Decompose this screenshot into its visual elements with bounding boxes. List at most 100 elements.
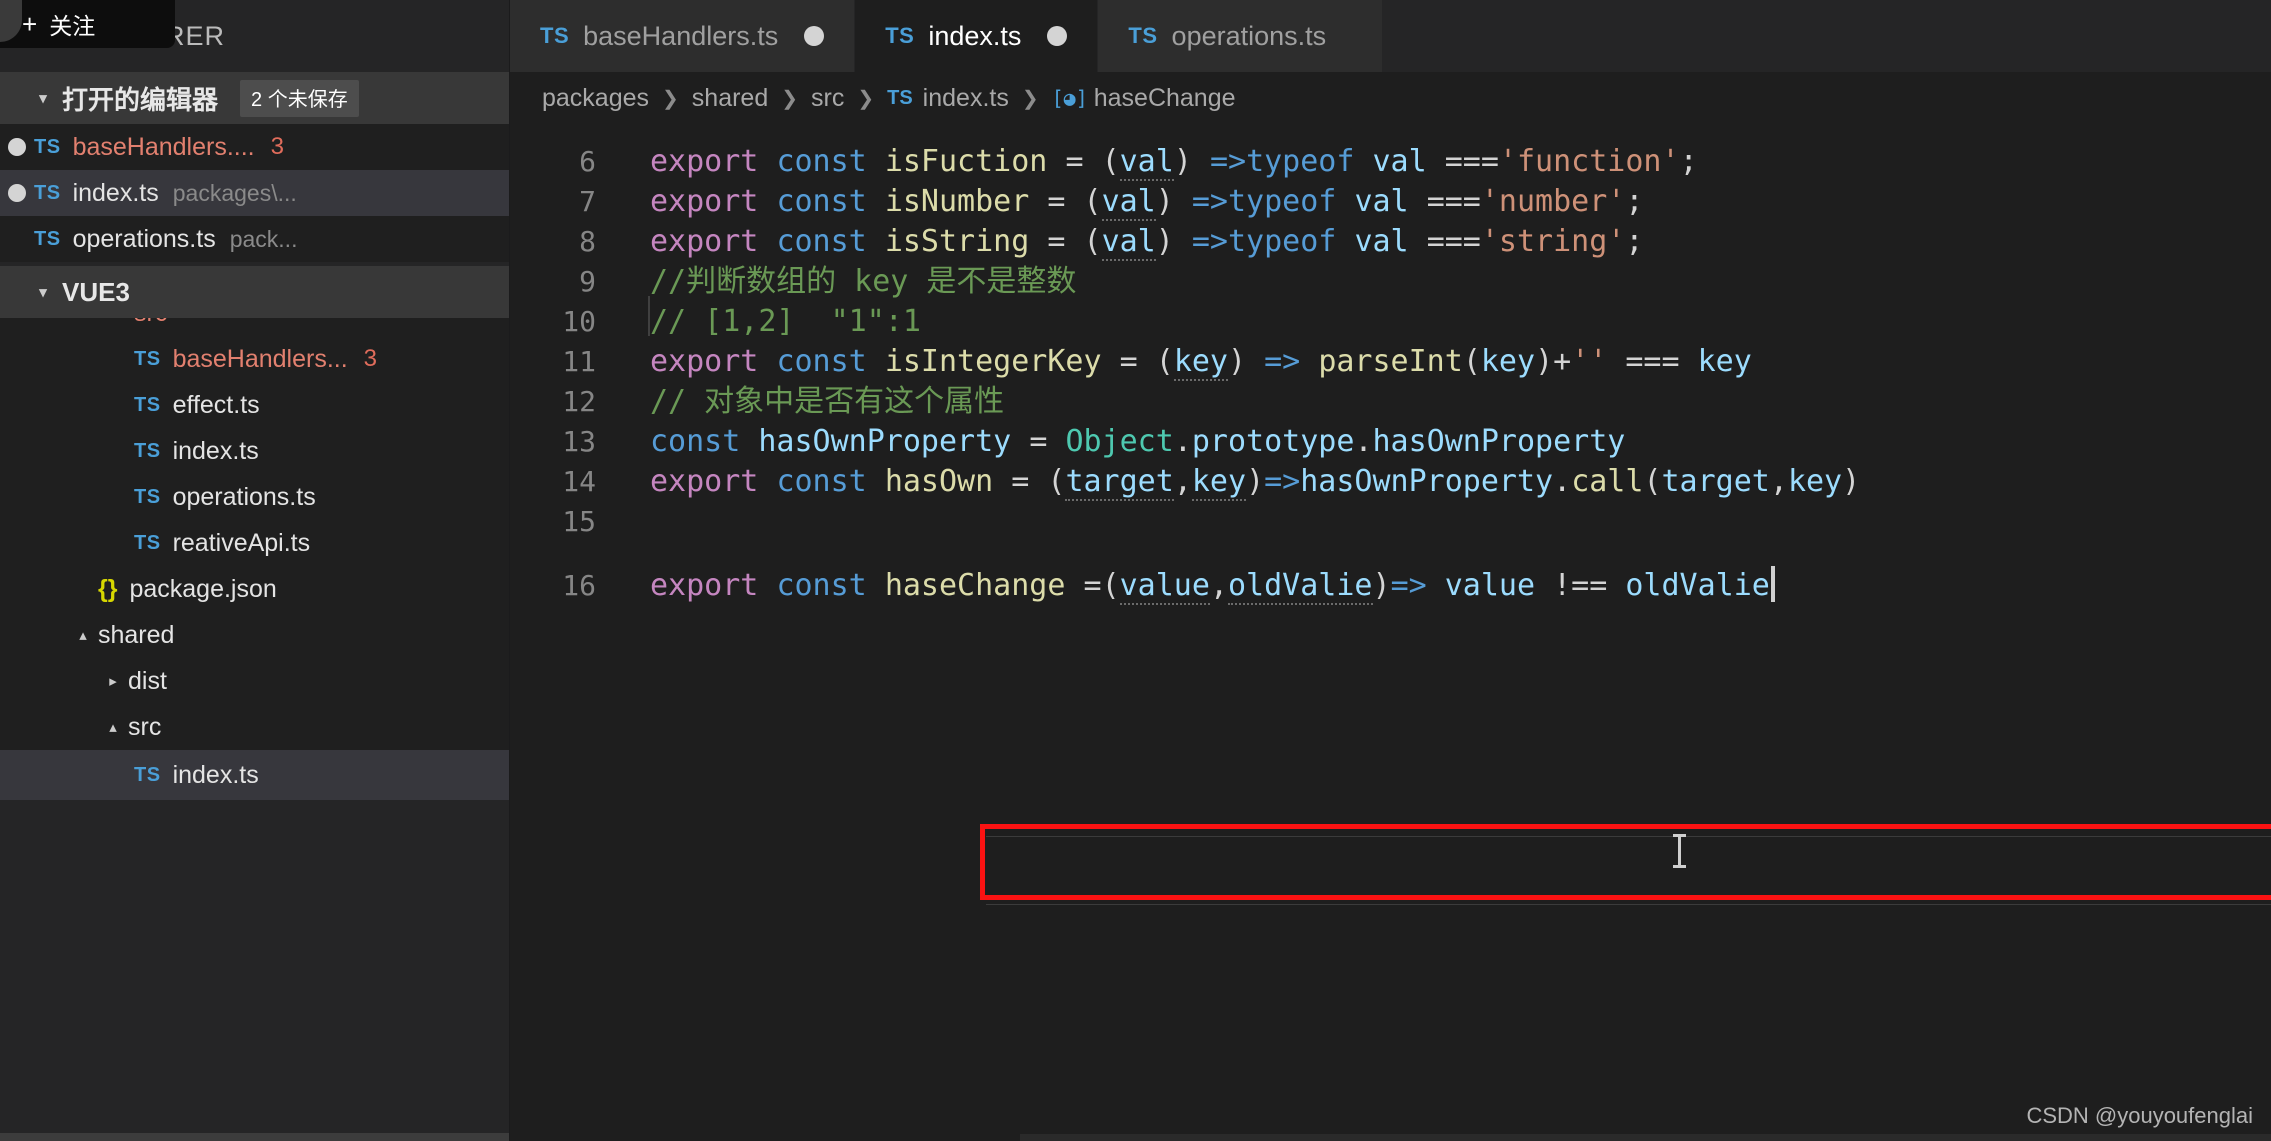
line-number: 9 — [579, 265, 596, 298]
ts-file-icon: TS — [134, 347, 161, 370]
tab-label: baseHandlers.ts — [583, 20, 779, 51]
open-editor-name: baseHandlers.... — [72, 132, 255, 161]
tab-label: index.ts — [928, 20, 1022, 51]
unsaved-count-badge: 2 个未保存 — [240, 79, 359, 117]
code-text[interactable]: // [1,2] "1":1 — [630, 296, 2271, 342]
follow-button[interactable]: + 关注 — [0, 0, 175, 48]
code-text[interactable]: export const hasOwn = (target,key)=>hasO… — [630, 462, 2271, 502]
tree-item-label: reativeApi.ts — [172, 528, 311, 557]
line-number: 16 — [562, 569, 596, 602]
dirty-dot-icon — [0, 138, 34, 156]
json-file-icon: {} — [98, 574, 118, 603]
code-text[interactable]: export const isString = (val) =>typeof v… — [630, 222, 2271, 262]
tree-item-baseHandlers[interactable]: TS baseHandlers... 3 — [0, 336, 509, 382]
breadcrumb-item-symbol[interactable]: haseChange — [1094, 84, 1236, 113]
ts-file-icon: TS — [885, 23, 915, 48]
editor-area: TS baseHandlers.ts TS index.ts TS operat… — [510, 0, 2271, 1141]
ts-file-icon: TS — [134, 531, 161, 554]
tree-item-label: shared — [98, 620, 175, 649]
tab-bar: TS baseHandlers.ts TS index.ts TS operat… — [510, 0, 2271, 72]
open-editors-section-header[interactable]: ▾ 打开的编辑器 2 个未保存 — [0, 72, 509, 124]
tree-item-label: index.ts — [172, 760, 259, 789]
text-caret — [1770, 566, 1775, 602]
tree-item-index-reactivity[interactable]: TS index.ts — [0, 428, 509, 474]
focused-line-bottom-border — [986, 904, 2271, 905]
plus-icon: + — [22, 8, 38, 39]
sidebar-scrollbar[interactable] — [0, 1133, 509, 1141]
code-text[interactable]: export const isIntegerKey = (key) => par… — [630, 342, 2271, 382]
tree-item-shared[interactable]: ▴ shared — [0, 612, 509, 658]
vscode-window: EXPLORER ▾ 打开的编辑器 2 个未保存 TS baseHandlers… — [0, 0, 2271, 1141]
focused-line-top-border — [986, 836, 2271, 837]
error-count-badge: 3 — [363, 345, 378, 372]
chevron-down-icon: ▴ — [79, 627, 87, 644]
code-text[interactable]: //判断数组的 key 是不是整数 — [630, 262, 2271, 302]
code-text[interactable]: // 对象中是否有这个属性 — [630, 382, 2271, 422]
open-editor-index[interactable]: TS index.ts packages\... — [0, 170, 509, 216]
breadcrumb-item-index[interactable]: index.ts — [923, 84, 1009, 113]
breadcrumb-item-src[interactable]: src — [811, 84, 844, 113]
tab-index[interactable]: TS index.ts — [855, 0, 1099, 72]
breadcrumb-item-shared[interactable]: shared — [692, 84, 768, 113]
tree-item-label: baseHandlers... — [172, 344, 348, 373]
code-text[interactable]: export const isFuction = (val) =>typeof … — [630, 142, 2271, 182]
open-editor-path: pack... — [229, 225, 298, 252]
chevron-right-icon: ❯ — [781, 87, 799, 110]
code-text[interactable]: export const isNumber = (val) =>typeof v… — [630, 182, 2271, 222]
unsaved-dot-icon[interactable] — [804, 26, 825, 46]
code-editor[interactable]: 6 export const isFuction = (val) =>typeo… — [510, 124, 2271, 1141]
tab-label: operations.ts — [1171, 20, 1327, 51]
follow-label: 关注 — [49, 13, 96, 39]
tab-operations[interactable]: TS operations.ts — [1098, 0, 1384, 72]
open-editor-operations[interactable]: TS operations.ts pack... — [0, 216, 509, 262]
open-editors-label: 打开的编辑器 — [62, 84, 219, 115]
code-line-16: 16 export const haseChange =(value,oldVa… — [510, 566, 2271, 606]
tree-item-label: index.ts — [172, 436, 259, 465]
file-tree: ▴ src TS baseHandlers... 3 TS effect.ts … — [0, 318, 509, 800]
mouse-text-cursor — [1673, 834, 1686, 868]
open-editor-path: packages\... — [172, 179, 297, 206]
ts-file-icon: TS — [134, 763, 161, 786]
tree-item-reativeApi[interactable]: TS reativeApi.ts — [0, 520, 509, 566]
open-editor-baseHandlers[interactable]: TS baseHandlers.... 3 — [0, 124, 509, 170]
tree-item-label: effect.ts — [172, 390, 260, 419]
tree-item-shared-src[interactable]: ▴ src — [0, 704, 509, 750]
open-editor-name: index.ts — [72, 178, 159, 207]
ts-file-icon: TS — [540, 23, 570, 48]
tab-baseHandlers[interactable]: TS baseHandlers.ts — [510, 0, 856, 72]
breadcrumb-item-packages[interactable]: packages — [542, 84, 649, 113]
code-line-11: 11 export const isIntegerKey = (key) => … — [510, 342, 2271, 382]
code-line-13: 13 const hasOwnProperty = Object.prototy… — [510, 422, 2271, 462]
error-count-badge: 3 — [270, 133, 284, 160]
tree-item-label: src — [134, 318, 167, 328]
code-text[interactable]: export const haseChange =(value,oldValie… — [630, 566, 2271, 606]
code-line-9: 9 //判断数组的 key 是不是整数 — [510, 262, 2271, 302]
code-line-8: 8 export const isString = (val) =>typeof… — [510, 222, 2271, 262]
symbol-variable-icon: [◕] — [1051, 86, 1088, 110]
ts-file-icon: TS — [134, 439, 161, 462]
chevron-down-icon: ▴ — [104, 318, 134, 322]
tree-item-src-clipped[interactable]: ▴ src — [0, 318, 509, 336]
unsaved-dot-icon[interactable] — [1047, 26, 1068, 46]
tree-item-effect[interactable]: TS effect.ts — [0, 382, 509, 428]
tree-item-dist[interactable]: ▸ dist — [0, 658, 509, 704]
chevron-down-icon: ▴ — [109, 719, 117, 736]
chevron-right-icon: ❯ — [1021, 87, 1039, 110]
editor-horizontal-scrollbar[interactable] — [1020, 1134, 2271, 1141]
tree-item-operations[interactable]: TS operations.ts — [0, 474, 509, 520]
code-line-7: 7 export const isNumber = (val) =>typeof… — [510, 182, 2271, 222]
ts-file-icon: TS — [1128, 23, 1158, 48]
tree-item-label: src — [128, 712, 162, 741]
project-section-header[interactable]: ▾ VUE3 — [0, 266, 509, 318]
chevron-down-icon: ▾ — [39, 284, 47, 301]
tree-item-package-json[interactable]: {} package.json — [0, 566, 509, 612]
line-number: 15 — [562, 505, 596, 538]
line-number: 14 — [562, 465, 596, 498]
line-number: 10 — [562, 305, 596, 338]
code-text[interactable]: const hasOwnProperty = Object.prototype.… — [630, 422, 2271, 462]
ts-file-icon: TS — [134, 485, 161, 508]
line-number: 11 — [562, 345, 596, 378]
line-number: 13 — [562, 425, 596, 458]
ts-file-icon: TS — [34, 135, 61, 158]
tree-item-shared-index[interactable]: TS index.ts — [0, 750, 509, 800]
